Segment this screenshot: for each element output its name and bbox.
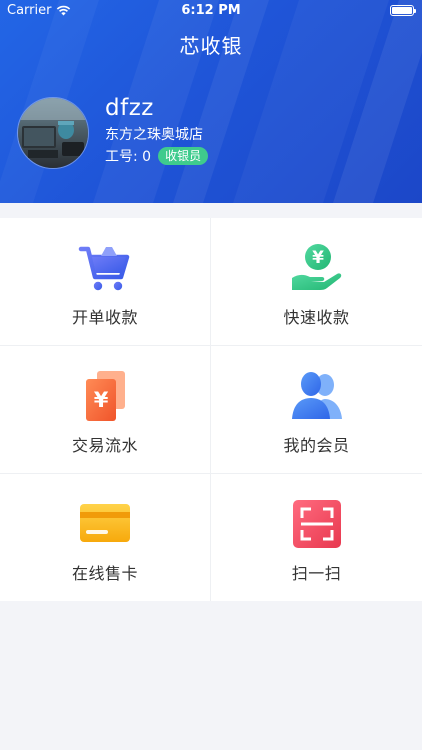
yen-documents-icon: ¥ <box>86 371 125 421</box>
card-icon <box>80 504 130 542</box>
status-bar: Carrier 6:12 PM <box>0 0 422 22</box>
battery-icon <box>390 5 416 16</box>
grid-row: ¥ 交易流水 我的会员 <box>0 346 422 474</box>
profile-info: dfzz 东方之珠奥城店 工号: 0 收银员 <box>105 94 209 166</box>
members-icon <box>291 372 342 419</box>
hand-yen-coin-icon: ¥ <box>291 244 341 290</box>
employee-id: 工号: 0 <box>105 149 152 165</box>
menu-item-label: 我的会员 <box>283 436 350 455</box>
menu-item-label: 快速收款 <box>283 308 350 327</box>
svg-text:¥: ¥ <box>312 248 324 268</box>
menu-item-transactions[interactable]: ¥ 交易流水 <box>0 346 211 473</box>
profile-card[interactable]: dfzz 东方之珠奥城店 工号: 0 收银员 <box>17 94 209 169</box>
menu-item-scan[interactable]: 扫一扫 <box>211 474 422 601</box>
avatar[interactable] <box>17 97 89 169</box>
shopping-cart-icon <box>78 246 130 291</box>
menu-item-label: 开单收款 <box>71 308 138 327</box>
menu-item-label: 扫一扫 <box>291 564 342 583</box>
menu-item-label: 在线售卡 <box>71 564 138 583</box>
employee-row: 工号: 0 收银员 <box>105 146 209 166</box>
menu-item-members[interactable]: 我的会员 <box>211 346 422 473</box>
menu-item-label: 交易流水 <box>71 436 138 455</box>
username: dfzz <box>105 95 154 121</box>
role-badge: 收银员 <box>158 147 209 165</box>
svg-text:¥: ¥ <box>94 388 109 412</box>
scan-icon <box>292 500 341 548</box>
grid-row: 开单收款 ¥ 快速收款 <box>0 218 422 346</box>
header: Carrier 6:12 PM 芯收银 dfzz 东方之珠奥城店 工号: 0 收… <box>0 0 422 203</box>
page-title: 芯收银 <box>179 34 243 58</box>
menu-item-new-order[interactable]: 开单收款 <box>0 218 211 345</box>
menu-item-card-sale[interactable]: 在线售卡 <box>0 474 211 601</box>
function-grid: 开单收款 ¥ 快速收款 ¥ 交易流水 我的会员 在线售卡 扫一扫 <box>0 218 422 601</box>
store-name: 东方之珠奥城店 <box>105 127 203 143</box>
app-screen: Carrier 6:12 PM 芯收银 dfzz 东方之珠奥城店 工号: 0 收… <box>0 0 422 750</box>
grid-row: 在线售卡 扫一扫 <box>0 474 422 601</box>
menu-item-quick-pay[interactable]: ¥ 快速收款 <box>211 218 422 345</box>
status-time: 6:12 PM <box>181 3 241 18</box>
